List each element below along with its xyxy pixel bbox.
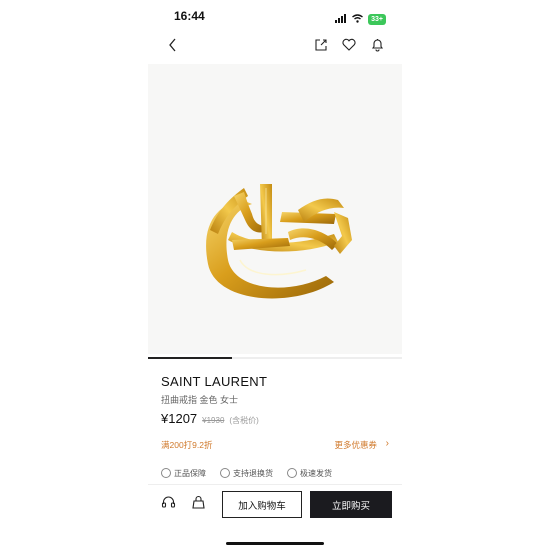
favorite-button[interactable] [338,36,360,58]
promo-text: 满200打9.2折 [161,440,213,450]
wifi-icon [352,10,364,28]
buy-now-button[interactable]: 立即购买 [310,491,392,518]
original-price: ¥1930 [202,416,225,425]
service-label: 支持退换货 [233,468,273,478]
product-price: ¥1207 [161,411,198,426]
service-item-authentic: 正品保障 [161,467,206,479]
heart-icon [342,38,356,56]
shopping-bag-button[interactable] [190,495,206,515]
add-to-cart-button[interactable]: 加入购物车 [222,491,302,518]
status-icons: 33+ [335,10,386,28]
gallery-progress [148,357,232,359]
service-item-returns: 支持退换货 [220,467,273,479]
chevron-left-icon [168,38,178,57]
signal-icon [335,10,347,28]
customer-service-button[interactable] [160,495,176,515]
chevron-right-icon: › [385,438,389,449]
nav-bar [148,36,402,62]
service-item-shipping: 极速发货 [287,467,332,479]
share-icon [314,38,328,57]
headset-icon [161,495,176,515]
service-label: 正品保障 [174,468,206,478]
service-row[interactable]: 正品保障 支持退换货 极速发货 [161,467,389,479]
back-button[interactable] [162,36,184,58]
gold-ring-image [206,184,352,299]
shopping-bag-icon [191,495,206,515]
more-coupons-link[interactable]: 更多优惠券 [334,439,377,451]
product-brand: SAINT LAURENT [161,374,268,389]
bell-icon [371,38,384,57]
product-subtitle: 扭曲戒指 金色 女士 [161,395,239,405]
bottom-action-bar: 加入购物车 立即购买 [148,484,402,550]
price-row: ¥1207 ¥1930 (含税价) [161,411,259,426]
shield-icon [161,468,171,478]
promo-row[interactable]: 满200打9.2折 更多优惠券 › [161,438,389,451]
home-indicator [226,542,324,545]
status-time: 16:44 [174,9,205,23]
share-button[interactable] [310,36,332,58]
gallery-indicator [148,357,402,359]
product-image[interactable] [148,64,402,354]
delivery-icon [287,468,297,478]
notification-button[interactable] [366,36,388,58]
battery-indicator: 33+ [368,13,386,25]
status-bar: 16:44 33+ [148,0,402,30]
phone-screen: 16:44 33+ SAINT LAURENT 扭曲戒指 金色 女士 ¥1207… [148,0,402,550]
service-label: 极速发货 [300,468,332,478]
tax-note: (含税价) [229,416,259,425]
return-icon [220,468,230,478]
